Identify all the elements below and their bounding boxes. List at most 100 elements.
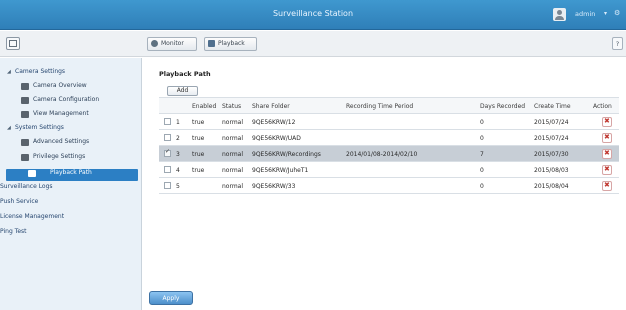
row-share-folder: 9QE56KRW/UAD [252,135,301,142]
expand-arrow-icon: ◢ [7,125,11,131]
sidebar: ◢ Camera Settings Camera Overview Camera … [0,58,142,310]
row-checkbox[interactable] [164,148,171,157]
row-create-time: 2015/07/24 [534,135,569,142]
expand-arrow-icon: ◢ [7,69,11,75]
main-menu-button[interactable] [6,37,20,50]
sidebar-item-camera-settings[interactable]: ◢ Camera Settings [7,68,65,80]
sidebar-item-view-management[interactable]: View Management [21,110,89,122]
help-button[interactable]: ? [612,37,623,50]
row-checkbox[interactable] [164,182,171,189]
sidebar-item-label: Push Service [0,198,39,205]
delete-icon[interactable] [602,117,612,127]
row-index: 5 [176,183,180,190]
sidebar-item-playback-path[interactable]: Playback Path [6,169,138,181]
sidebar-item-surveillance-logs[interactable]: Surveillance Logs [0,183,53,195]
title-bar: Surveillance Station admin ▾ ⚙ [0,0,626,30]
row-enabled: true [192,135,205,142]
row-checkbox[interactable] [164,118,171,125]
grid-icon [21,111,29,118]
delete-icon[interactable] [602,181,612,191]
sidebar-item-label: Privilege Settings [33,153,86,160]
sidebar-item-label: View Management [33,110,89,117]
sidebar-item-label: Ping Test [0,228,27,235]
row-status: normal [222,183,244,190]
sidebar-item-system-settings[interactable]: ◢ System Settings [7,124,64,136]
sidebar-item-label: Surveillance Logs [0,183,53,190]
sidebar-item-label: License Management [0,213,65,220]
sidebar-item-label: Camera Configuration [33,96,100,103]
table-row[interactable]: 5 normal 9QE56KRW/33 0 2015/08/04 [159,178,619,194]
row-create-time: 2015/08/04 [534,183,569,190]
folder-icon [28,170,36,177]
gear-icon[interactable]: ⚙ [614,9,620,17]
playback-label: Playback [218,40,245,47]
row-create-time: 2015/07/24 [534,119,569,126]
column-header-create-time[interactable]: Create Time [534,103,571,110]
toolbar: Monitor Playback ? [0,31,626,57]
table-row-selected[interactable]: 3 true normal 9QE56KRW/Recordings 2014/0… [159,146,619,162]
playback-icon [208,40,215,47]
column-header-recording-time-period[interactable]: Recording Time Period [346,103,413,110]
user-icon[interactable] [553,8,566,21]
row-enabled: true [192,167,205,174]
column-header-status[interactable]: Status [222,103,241,110]
delete-icon[interactable] [602,149,612,159]
main-panel: Playback Path Add Enabled Status Share F… [147,58,626,310]
sidebar-item-advanced-settings[interactable]: Advanced Settings [21,138,89,150]
table-row[interactable]: 2 true normal 9QE56KRW/UAD 0 2015/07/24 [159,130,619,146]
window-icon [9,40,17,47]
row-days-recorded: 0 [480,135,484,142]
sidebar-item-label: Playback Path [50,169,92,176]
user-icon [21,154,29,161]
sidebar-item-ping-test[interactable]: Ping Test [0,228,27,240]
row-share-folder: 9QE56KRW/12 [252,119,296,126]
sidebar-item-label: Camera Settings [15,68,66,75]
user-menu-caret-icon[interactable]: ▾ [604,10,607,17]
row-share-folder: 9QE56KRW/JuheT1 [252,167,309,174]
row-create-time: 2015/08/03 [534,167,569,174]
playback-button[interactable]: Playback [204,37,257,51]
page-title: Playback Path [159,70,211,78]
sidebar-item-privilege-settings[interactable]: Privilege Settings [21,153,85,165]
monitor-button[interactable]: Monitor [147,37,197,51]
row-status: normal [222,151,244,158]
row-index: 3 [176,151,180,158]
wrench-icon [21,139,29,146]
row-enabled: true [192,119,205,126]
column-header-days-recorded[interactable]: Days Recorded [480,103,525,110]
row-checkbox[interactable] [164,166,171,173]
delete-icon[interactable] [602,165,612,175]
row-recording-time-period: 2014/01/08-2014/02/10 [346,151,418,158]
column-header-enabled[interactable]: Enabled [192,103,216,110]
row-checkbox[interactable] [164,134,171,141]
camera-overview-icon [21,83,29,90]
row-enabled: true [192,151,205,158]
column-header-share-folder[interactable]: Share Folder [252,103,290,110]
column-header-action: Action [593,103,612,110]
add-button[interactable]: Add [167,86,198,96]
sidebar-item-label: Advanced Settings [33,138,90,145]
user-menu[interactable]: admin [575,10,595,18]
row-index: 4 [176,167,180,174]
sidebar-item-label: Camera Overview [33,82,87,89]
table-row[interactable]: 4 true normal 9QE56KRW/JuheT1 0 2015/08/… [159,162,619,178]
table-row[interactable]: 1 true normal 9QE56KRW/12 0 2015/07/24 [159,114,619,130]
sidebar-item-license-management[interactable]: License Management [0,213,64,225]
row-status: normal [222,119,244,126]
row-status: normal [222,135,244,142]
row-share-folder: 9QE56KRW/33 [252,183,296,190]
row-index: 1 [176,119,180,126]
delete-icon[interactable] [602,133,612,143]
camera-icon [21,97,29,104]
apply-button[interactable]: Apply [149,291,193,305]
sidebar-item-push-service[interactable]: Push Service [0,198,38,210]
row-days-recorded: 0 [480,119,484,126]
row-share-folder: 9QE56KRW/Recordings [252,151,321,158]
sidebar-item-camera-configuration[interactable]: Camera Configuration [21,96,99,108]
row-days-recorded: 7 [480,151,484,158]
monitor-icon [151,40,158,47]
sidebar-item-camera-overview[interactable]: Camera Overview [21,82,87,94]
row-index: 2 [176,135,180,142]
row-days-recorded: 0 [480,167,484,174]
monitor-label: Monitor [161,40,184,47]
